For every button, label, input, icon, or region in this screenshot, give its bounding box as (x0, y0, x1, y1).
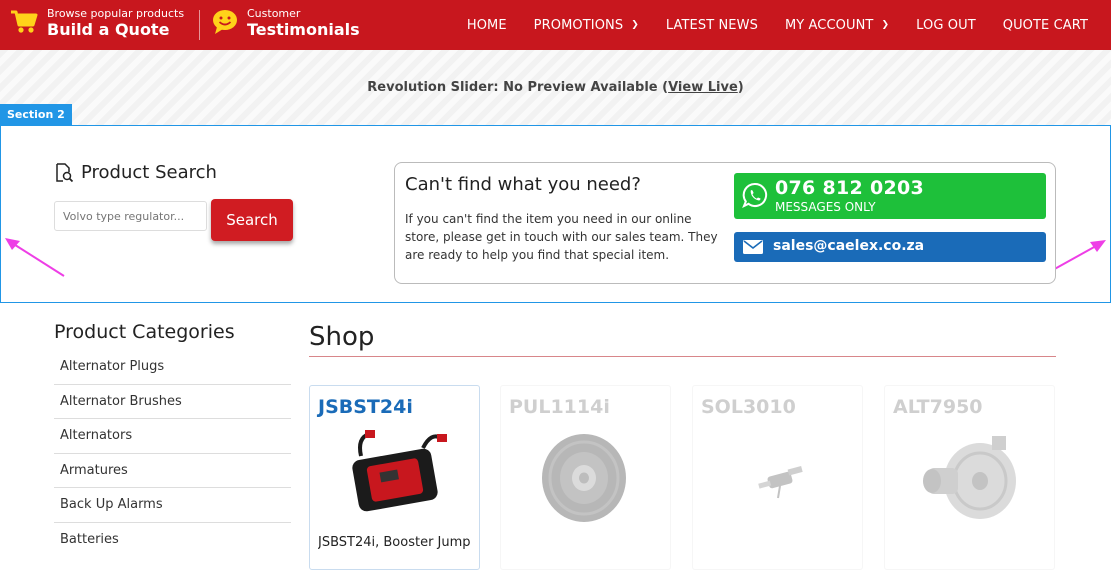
cart-icon (10, 9, 38, 39)
nav-quote-cart[interactable]: QUOTE CART (1003, 18, 1088, 33)
top-bar: Browse popular products Build a Quote Cu… (0, 0, 1111, 50)
shop-heading: Shop (309, 322, 375, 352)
email-address: sales@caelex.co.za (773, 238, 925, 254)
nav-promotions[interactable]: PROMOTIONS ❯ (534, 18, 639, 33)
build-a-quote-link[interactable]: Browse popular products Build a Quote (10, 8, 184, 39)
topbar-divider (199, 10, 200, 40)
product-card[interactable]: ALT7950 (884, 385, 1055, 570)
category-item[interactable]: Batteries (54, 523, 291, 558)
product-card[interactable]: JSBST24i JSBST24i, Booster Jump (309, 385, 480, 570)
jump-starter-image (352, 430, 447, 512)
nav-home[interactable]: HOME (467, 18, 507, 33)
whatsapp-button[interactable]: 076 812 0203 MESSAGES ONLY (734, 173, 1046, 219)
category-item[interactable]: Alternator Brushes (54, 385, 291, 419)
search-button[interactable]: Search (211, 199, 293, 241)
testimonial-title: Testimonials (247, 20, 360, 39)
nav-log-out[interactable]: LOG OUT (916, 18, 976, 33)
product-code: JSBST24i (318, 396, 413, 418)
product-search-title: Product Search (81, 162, 217, 183)
smiley-speech-icon (212, 9, 238, 39)
testimonials-link[interactable]: Customer Testimonials (212, 8, 360, 39)
category-item[interactable]: Alternator Plugs (54, 350, 291, 385)
product-card[interactable]: SOL3010 (692, 385, 863, 570)
product-code: SOL3010 (701, 396, 796, 418)
revolution-slider-placeholder: Revolution Slider: No Preview Available … (0, 50, 1111, 125)
nav-latest-news-label: LATEST NEWS (665, 17, 758, 33)
nav-latest-news[interactable]: LATEST NEWS (666, 18, 758, 33)
product-search-heading: Product Search (54, 162, 217, 183)
envelope-icon (743, 240, 763, 254)
quote-subtitle: Browse popular products (47, 7, 185, 20)
nav-quote-cart-label: QUOTE CART (1002, 17, 1088, 33)
alternator-image (923, 436, 1016, 519)
document-search-icon (56, 162, 74, 182)
categories-heading: Product Categories (54, 321, 235, 343)
whatsapp-icon (742, 182, 768, 208)
nav-home-label: HOME (466, 17, 507, 33)
product-card[interactable]: PUL1114i (500, 385, 671, 570)
section-label[interactable]: Section 2 (0, 104, 72, 126)
testimonial-subtitle: Customer (247, 7, 301, 20)
slider-paren-open: ( (657, 80, 669, 95)
nav-promotions-label: PROMOTIONS (533, 17, 624, 33)
view-live-link[interactable]: View Live (668, 80, 738, 95)
nav-my-account[interactable]: MY ACCOUNT ❯ (785, 18, 889, 33)
product-code: PUL1114i (509, 396, 610, 418)
whatsapp-note: MESSAGES ONLY (775, 200, 876, 214)
solenoid-image (758, 466, 803, 499)
help-title: Can't find what you need? (405, 174, 641, 195)
slider-message-text: Revolution Slider: No Preview Available (367, 80, 658, 95)
arrow-left-icon (5, 238, 65, 277)
quote-title: Build a Quote (47, 20, 170, 39)
chevron-down-icon: ❯ (631, 20, 639, 30)
main-nav: HOME PROMOTIONS ❯ LATEST NEWS MY ACCOUNT ❯… (440, 0, 1088, 50)
nav-log-out-label: LOG OUT (916, 17, 976, 33)
chevron-down-icon: ❯ (881, 20, 890, 30)
category-item[interactable]: Alternators (54, 419, 291, 454)
shop-divider (309, 356, 1056, 357)
product-search-input[interactable] (54, 201, 207, 231)
email-button[interactable]: sales@caelex.co.za (734, 232, 1046, 262)
contact-help-box: Can't find what you need? If you can't f… (394, 162, 1056, 284)
product-code: ALT7950 (893, 396, 983, 418)
category-list: Alternator Plugs Alternator Brushes Alte… (54, 350, 291, 557)
help-text: If you can't find the item you need in o… (405, 212, 718, 262)
product-description: JSBST24i, Booster Jump (318, 535, 471, 550)
whatsapp-number: 076 812 0203 (775, 177, 925, 199)
pulley-image (542, 434, 626, 522)
category-item[interactable]: Back Up Alarms (54, 488, 291, 523)
slider-message: Revolution Slider: No Preview Available … (0, 80, 1111, 95)
nav-my-account-label: MY ACCOUNT (784, 17, 874, 33)
category-item[interactable]: Armatures (54, 454, 291, 488)
slider-paren-close: ) (737, 80, 744, 95)
